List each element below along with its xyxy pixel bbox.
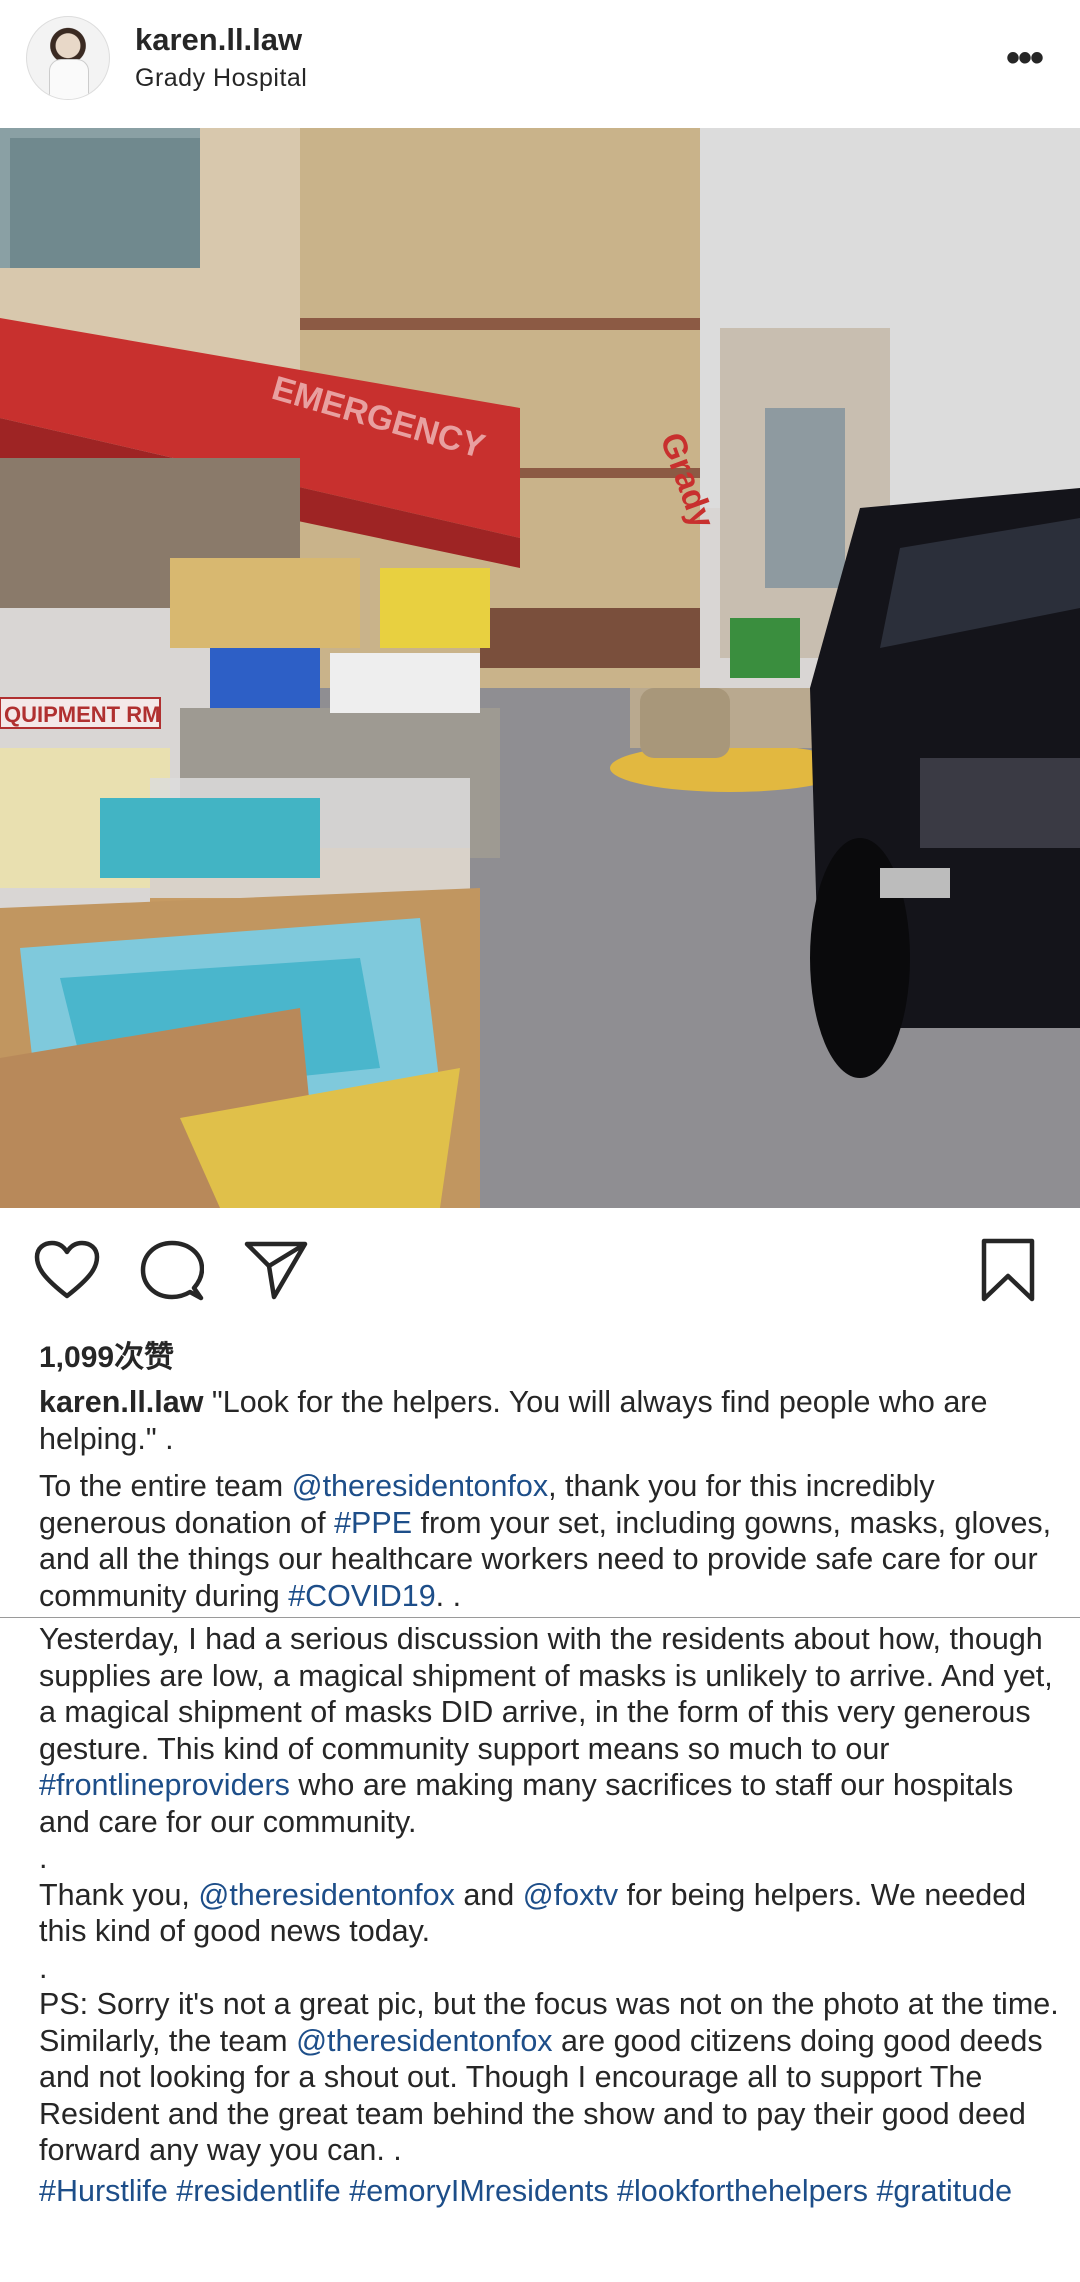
caption-text: To the entire team <box>39 1469 292 1503</box>
caption-dot: . <box>39 1841 48 1875</box>
location-label[interactable]: Grady Hospital <box>135 64 307 93</box>
caption-first-line: karen.ll.law "Look for the helpers. You … <box>39 1384 1059 1457</box>
caption-paragraph: PS: Sorry it's not a great pic, but the … <box>39 1986 1059 2169</box>
divider <box>0 1617 1080 1618</box>
caption-text: and <box>454 1877 523 1912</box>
more-options-icon[interactable]: ••• <box>1006 38 1044 78</box>
caption-text: . . <box>435 1578 462 1613</box>
avatar[interactable] <box>26 16 110 100</box>
comment-icon[interactable] <box>140 1240 204 1302</box>
likes-count[interactable]: 1,099次赞 <box>39 1332 174 1376</box>
share-send-icon[interactable] <box>244 1240 308 1300</box>
caption-paragraph: Thank you, @theresidentonfox and @foxtv … <box>39 1877 1059 1950</box>
caption-hashtags[interactable]: #Hurstlife #residentlife #emoryIMresiden… <box>39 2173 1059 2210</box>
equipment-sign: QUIPMENT RM <box>4 702 160 727</box>
username[interactable]: karen.ll.law <box>135 22 302 58</box>
hashtag-link[interactable]: #frontlineproviders <box>39 1768 290 1802</box>
like-heart-icon[interactable] <box>34 1240 100 1300</box>
save-bookmark-icon[interactable] <box>980 1238 1036 1302</box>
hashtag-link[interactable]: #PPE <box>334 1506 412 1540</box>
mention-link[interactable]: @theresidentonfox <box>296 2024 552 2058</box>
caption-continued: Yesterday, I had a serious discussion wi… <box>39 1621 1059 2209</box>
post-header: karen.ll.law Grady Hospital ••• <box>0 0 1080 128</box>
caption-text: Thank you, <box>39 1877 199 1912</box>
action-bar <box>0 1208 1080 1328</box>
mention-link[interactable]: @foxtv <box>523 1878 618 1912</box>
caption-paragraph: To the entire team @theresidentonfox, th… <box>39 1468 1059 1614</box>
caption-username[interactable]: karen.ll.law <box>39 1385 203 1419</box>
post-photo[interactable]: EMERGENCY Grady QUIPMENT RM <box>0 128 1080 1208</box>
mention-link[interactable]: @theresidentonfox <box>292 1469 548 1503</box>
caption-text: Yesterday, I had a serious discussion wi… <box>39 1622 1053 1766</box>
caption-paragraph: Yesterday, I had a serious discussion wi… <box>39 1621 1059 1840</box>
mention-link[interactable]: @theresidentonfox <box>198 1878 454 1912</box>
caption: karen.ll.law "Look for the helpers. You … <box>39 1384 1059 1614</box>
caption-dot: . <box>39 1950 48 1985</box>
hashtag-link[interactable]: #COVID19 <box>288 1579 435 1613</box>
hospital-scene-image: EMERGENCY Grady QUIPMENT RM <box>0 128 1080 1208</box>
